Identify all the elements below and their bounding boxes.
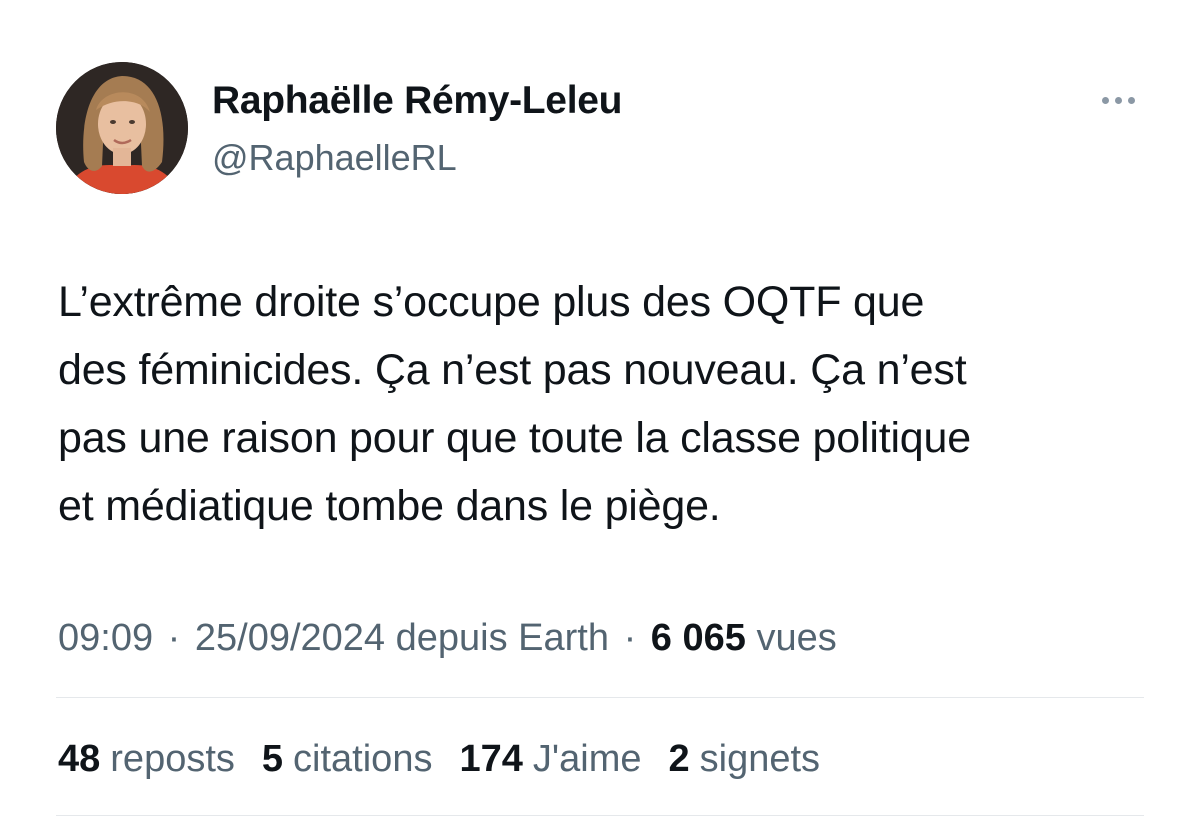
- tweet-date[interactable]: 25/09/2024: [195, 617, 385, 659]
- bookmarks-label: signets: [699, 738, 821, 780]
- quotes-label: citations: [293, 738, 433, 780]
- quotes-stat[interactable]: 5 citations: [262, 734, 433, 784]
- author-display-name[interactable]: Raphaëlle Rémy-Leleu: [212, 78, 622, 124]
- tweet-source: depuis Earth: [395, 617, 609, 659]
- views-count: 6 065: [650, 617, 746, 659]
- avatar[interactable]: [56, 62, 188, 194]
- engagement-stats: 48 reposts 5 citations 174 J'aime 2 signets: [58, 734, 820, 784]
- tweet-metadata: 09:09 · 25/09/2024 depuis Earth · 6 065 …: [58, 614, 837, 662]
- more-horizontal-icon: [1101, 96, 1109, 104]
- reposts-label: reposts: [110, 738, 235, 780]
- likes-count: 174: [459, 738, 523, 780]
- quotes-count: 5: [261, 738, 284, 780]
- separator: ·: [167, 617, 181, 659]
- views-label: vues: [756, 617, 837, 659]
- tweet-text: L’extrême droite s’occupe plus des OQTF …: [58, 268, 1158, 540]
- reposts-count: 48: [58, 738, 101, 780]
- more-horizontal-icon: [1127, 96, 1135, 104]
- more-horizontal-icon: [1114, 96, 1122, 104]
- divider: [56, 815, 1144, 816]
- bookmarks-stat[interactable]: 2 signets: [668, 734, 820, 784]
- divider: [56, 697, 1144, 698]
- profile-photo-icon: [56, 62, 188, 194]
- tweet-time[interactable]: 09:09: [58, 617, 153, 659]
- tweet-text-line: L’extrême droite s’occupe plus des OQTF …: [58, 278, 925, 326]
- author-handle[interactable]: @RaphaelleRL: [212, 136, 457, 180]
- tweet-text-line: et médiatique tombe dans le piège.: [58, 482, 721, 530]
- more-options-button[interactable]: [1093, 88, 1143, 112]
- reposts-stat[interactable]: 48 reposts: [58, 734, 235, 784]
- likes-label: J'aime: [532, 738, 642, 780]
- bookmarks-count: 2: [668, 738, 690, 780]
- likes-stat[interactable]: 174 J'aime: [459, 734, 641, 784]
- tweet-text-line: des féminicides. Ça n’est pas nouveau. Ç…: [58, 346, 967, 394]
- tweet-text-line: pas une raison pour que toute la classe …: [58, 414, 971, 462]
- separator: ·: [623, 617, 637, 659]
